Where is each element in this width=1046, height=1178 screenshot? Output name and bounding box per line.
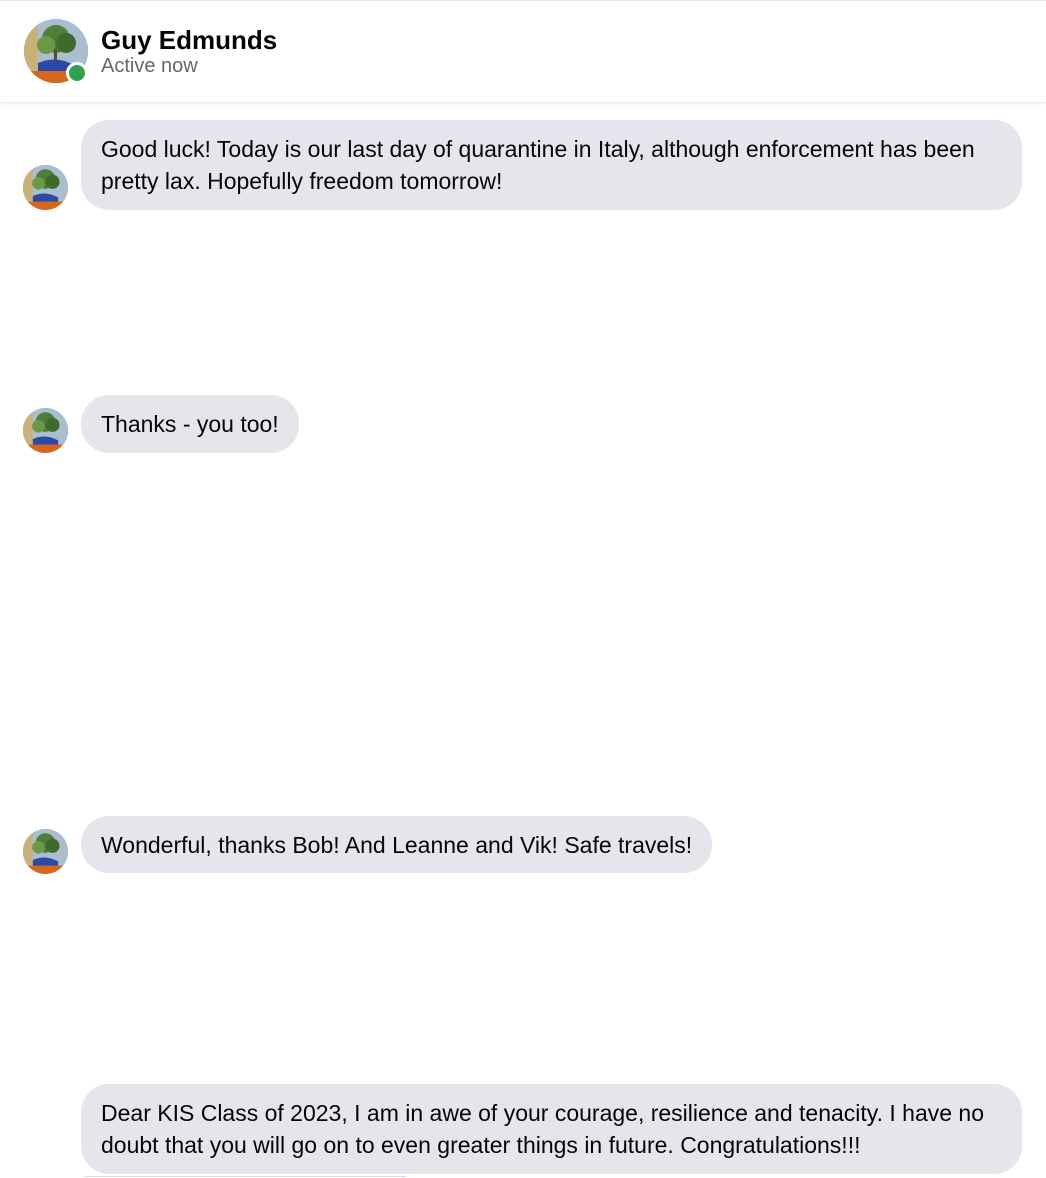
message-bubble[interactable]: Wonderful, thanks Bob! And Leanne and Vi…	[81, 816, 713, 873]
contact-status: Active now	[101, 55, 198, 77]
message-bubble[interactable]: Good luck! Today is our last day of quar…	[81, 120, 1022, 210]
message-bubble[interactable]: Thanks - you too!	[81, 395, 299, 453]
avatar-photo-icon	[23, 165, 68, 210]
sender-avatar[interactable]	[23, 408, 68, 453]
avatar-photo-icon	[23, 829, 68, 874]
conversation-header: Guy Edmunds Active now	[0, 0, 1046, 102]
contact-name[interactable]: Guy Edmunds	[101, 25, 277, 55]
sender-avatar[interactable]	[23, 165, 68, 210]
avatar-photo-icon	[23, 408, 68, 453]
divider	[84, 1176, 406, 1177]
message-bubble[interactable]: Dear KIS Class of 2023, I am in awe of y…	[81, 1084, 1022, 1174]
sender-avatar[interactable]	[23, 829, 68, 874]
online-status-icon	[66, 62, 88, 84]
